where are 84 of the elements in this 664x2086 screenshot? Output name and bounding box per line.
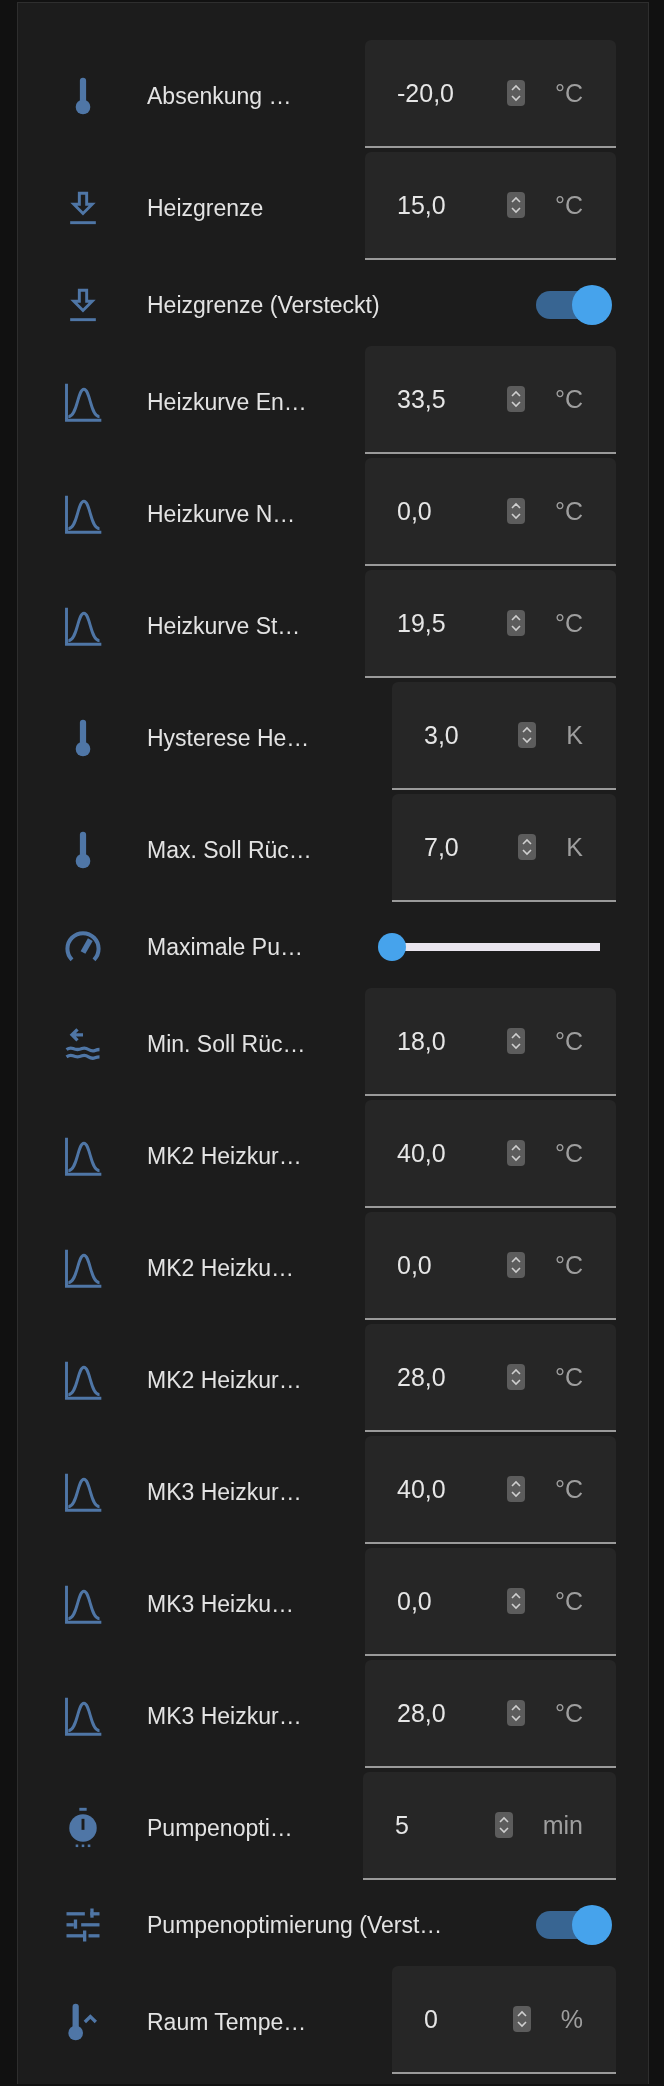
unit-label: °C — [554, 384, 583, 414]
field-value: 0,0 — [397, 1250, 433, 1280]
spinner-icon[interactable] — [506, 1588, 525, 1614]
spinner-icon[interactable] — [518, 722, 537, 748]
setting-label: Heizkurve N… — [147, 500, 297, 528]
field-value: 15,0 — [397, 190, 447, 220]
unit-label: K — [566, 832, 583, 862]
field-value: 0 — [424, 2004, 439, 2034]
spinner-icon[interactable] — [506, 1028, 525, 1054]
spinner-icon[interactable] — [506, 1700, 525, 1726]
number-field[interactable]: 28,0 °C — [365, 1324, 616, 1432]
field-value: 40,0 — [397, 1138, 447, 1168]
setting-label: Hysterese He… — [147, 724, 311, 752]
field-value: -20,0 — [397, 78, 455, 108]
field-value: 18,0 — [397, 1026, 447, 1056]
spinner-icon[interactable] — [506, 1252, 525, 1278]
number-field[interactable]: 18,0 °C — [365, 988, 616, 1096]
unit-label: °C — [554, 78, 583, 108]
number-field[interactable]: 28,0 °C — [365, 1660, 616, 1768]
spinner-icon[interactable] — [506, 386, 525, 412]
setting-label: MK3 Heizkur… — [147, 1702, 303, 1730]
number-field[interactable]: 40,0 °C — [365, 1436, 616, 1544]
unit-label: °C — [554, 1698, 583, 1728]
field-value: 40,0 — [397, 1474, 447, 1504]
setting-label: Maximale Pu… — [147, 933, 304, 961]
number-field[interactable]: 5 min — [363, 1772, 616, 1880]
number-field[interactable]: 0 % — [392, 1966, 616, 2074]
field-value: 28,0 — [397, 1698, 447, 1728]
setting-label: MK2 Heizkur… — [147, 1142, 303, 1170]
number-field[interactable]: 0,0 °C — [365, 1212, 616, 1320]
setting-label: Raum Tempe… — [147, 2008, 308, 2036]
spinner-icon[interactable] — [512, 2006, 531, 2032]
field-value: 19,5 — [397, 608, 447, 638]
unit-label: % — [560, 2004, 583, 2034]
field-value: 7,0 — [424, 832, 460, 862]
number-field[interactable]: 0,0 °C — [365, 1548, 616, 1656]
unit-label: °C — [554, 1474, 583, 1504]
setting-label: Pumpenoptimierung (Verst… — [147, 1911, 444, 1939]
spinner-icon[interactable] — [506, 1476, 525, 1502]
spinner-icon[interactable] — [518, 834, 537, 860]
unit-label: min — [542, 1810, 583, 1840]
number-field[interactable]: 0,0 °C — [365, 458, 616, 566]
number-field[interactable]: 3,0 K — [392, 682, 616, 790]
unit-label: °C — [554, 608, 583, 638]
spinner-icon[interactable] — [506, 1140, 525, 1166]
field-value: 5 — [395, 1810, 410, 1840]
number-field[interactable]: 19,5 °C — [365, 570, 616, 678]
setting-label: Heizgrenze — [147, 194, 265, 222]
setting-label: Pumpenopti… — [147, 1814, 294, 1842]
spinner-icon[interactable] — [506, 610, 525, 636]
setting-label: Max. Soll Rüc… — [147, 836, 313, 864]
setting-label: Absenkung … — [147, 82, 293, 110]
unit-label: °C — [554, 496, 583, 526]
field-value: 3,0 — [424, 720, 460, 750]
unit-label: °C — [554, 190, 583, 220]
number-field[interactable]: 40,0 °C — [365, 1100, 616, 1208]
field-value: 33,5 — [397, 384, 447, 414]
spinner-icon[interactable] — [506, 80, 525, 106]
setting-label: Heizkurve St… — [147, 612, 302, 640]
setting-label: MK2 Heizku… — [147, 1254, 295, 1282]
setting-label: MK3 Heizkur… — [147, 1478, 303, 1506]
number-field[interactable]: 33,5 °C — [365, 346, 616, 454]
setting-label: Heizgrenze (Versteckt) — [147, 291, 381, 319]
unit-label: °C — [554, 1138, 583, 1168]
spinner-icon[interactable] — [506, 498, 525, 524]
spinner-icon[interactable] — [494, 1812, 513, 1838]
setting-label: Min. Soll Rüc… — [147, 1030, 307, 1058]
setting-label: MK3 Heizku… — [147, 1590, 295, 1618]
spinner-icon[interactable] — [506, 1364, 525, 1390]
unit-label: °C — [554, 1586, 583, 1616]
unit-label: °C — [554, 1250, 583, 1280]
unit-label: K — [566, 720, 583, 750]
setting-label: MK2 Heizkur… — [147, 1366, 303, 1394]
field-value: 0,0 — [397, 496, 433, 526]
number-field[interactable]: 7,0 K — [392, 794, 616, 902]
unit-label: °C — [554, 1026, 583, 1056]
number-field[interactable]: -20,0 °C — [365, 40, 616, 148]
field-value: 28,0 — [397, 1362, 447, 1392]
slider-thumb[interactable] — [378, 933, 406, 961]
field-value: 0,0 — [397, 1586, 433, 1616]
unit-label: °C — [554, 1362, 583, 1392]
number-field[interactable]: 15,0 °C — [365, 152, 616, 260]
spinner-icon[interactable] — [506, 192, 525, 218]
setting-label: Heizkurve En… — [147, 388, 308, 416]
